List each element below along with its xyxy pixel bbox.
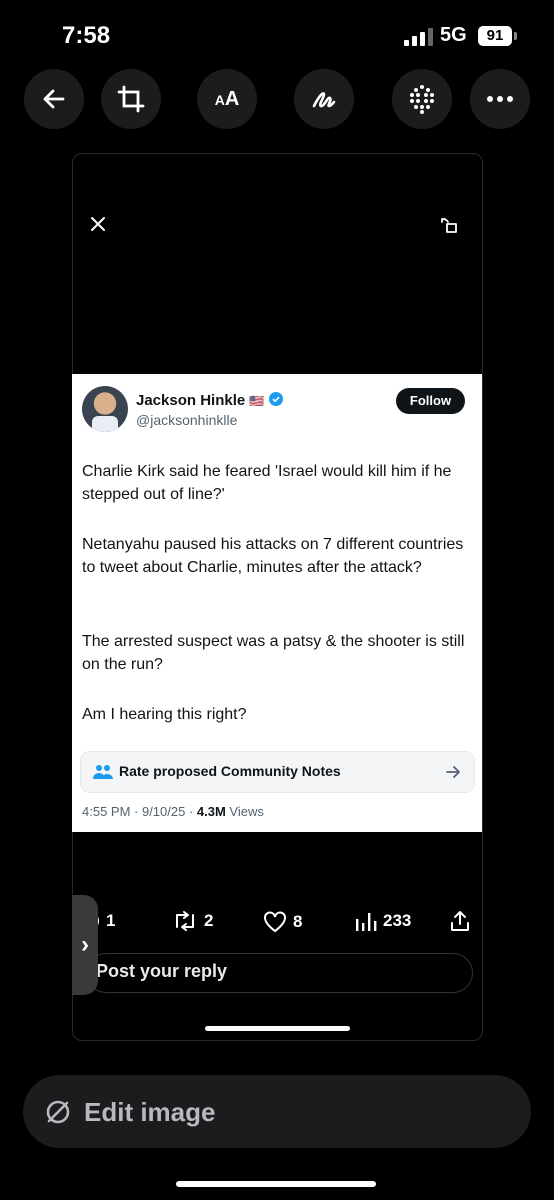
like-count-value: 8 [293,912,303,931]
text-size-button[interactable]: AA [197,69,257,129]
signal-icon [404,28,434,46]
markup-icon [312,92,336,108]
tweet-card: Jackson Hinkle 🇺🇸 @jacksonhinklle Follow… [72,374,482,832]
close-icon[interactable] [89,215,107,233]
network-type: 5G [440,24,467,46]
tweet-paragraph: The arrested suspect was a patsy & the s… [82,633,465,673]
text-size-icon: AA [214,87,240,110]
repost-count-value: 2 [204,911,214,930]
verified-icon [268,392,283,406]
views-stat-value: 233 [383,911,412,930]
people-icon [93,765,113,779]
battery-level: 91 [478,26,512,46]
dots-grid-icon [410,85,434,114]
crop-icon [117,85,145,113]
flag-icon: 🇺🇸 [249,394,265,408]
home-indicator-preview [205,1026,350,1031]
chevron-right-icon: › [81,931,89,958]
back-icon [43,89,65,109]
tweet-paragraph: Netanyahu paused his attacks on 7 differ… [82,536,464,576]
tweet-timestamp: 4:55 PM · 9/10/25 · [82,804,197,819]
author-name: Jackson Hinkle [136,392,246,409]
more-icon [487,96,513,102]
tweet-paragraph: Charlie Kirk said he feared 'Israel woul… [82,463,452,503]
side-panel-handle[interactable]: › [72,895,98,995]
like-count[interactable]: 8 [263,911,302,933]
repost-count[interactable]: 2 [172,911,213,931]
heart-icon [264,911,286,933]
back-button[interactable] [24,69,84,129]
more-button[interactable] [470,69,530,129]
status-time: 7:58 [62,22,111,49]
edit-image-label: Edit image [84,1097,216,1127]
views-count: 4.3M [196,804,226,819]
rotate-icon[interactable] [440,215,460,235]
repost-icon [176,911,194,931]
tweet-paragraph: Am I hearing this right? [82,706,247,723]
battery-icon [514,32,517,40]
reply-count-value: 1 [106,911,116,930]
author-handle[interactable]: @jacksonhinklle [136,412,237,428]
bar-chart-icon [356,913,377,931]
home-indicator [176,1181,376,1187]
follow-button[interactable]: Follow [396,388,465,414]
crop-button[interactable] [101,69,161,129]
tweet-meta: 4:55 PM · 9/10/25 · 4.3M Views [82,804,264,819]
markup-button[interactable] [294,69,354,129]
community-notes-button[interactable]: Rate proposed Community Notes [80,751,475,793]
views-stat[interactable]: 233 [355,911,411,931]
edit-slash-icon [46,1100,70,1124]
reply-placeholder: Post your reply [96,961,228,981]
community-notes-label: Rate proposed Community Notes [119,763,341,779]
share-icon[interactable] [449,910,471,932]
avatar[interactable] [82,386,128,432]
dots-grid-button[interactable] [392,69,452,129]
tweet-author[interactable]: Jackson Hinkle 🇺🇸 [136,392,283,409]
arrow-right-icon [446,766,460,778]
views-label: Views [225,804,264,819]
